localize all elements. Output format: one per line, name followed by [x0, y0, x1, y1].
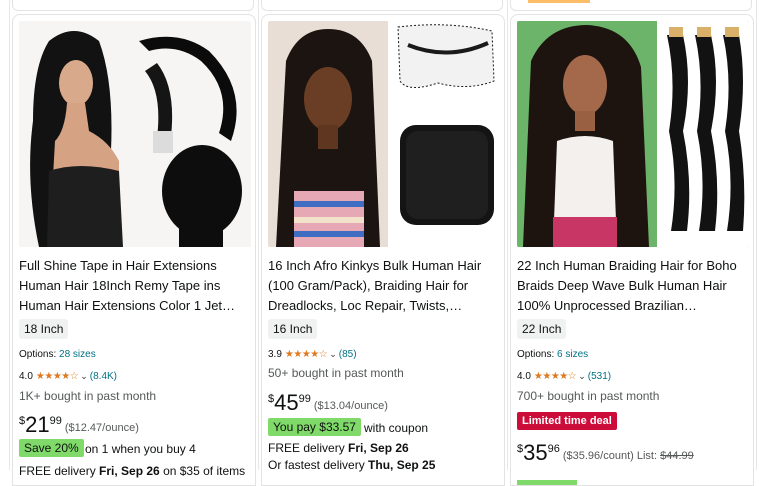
price-whole: 21 — [25, 412, 50, 437]
size-label: 22 Inch — [517, 319, 567, 339]
chevron-down-icon[interactable]: ⌄ — [578, 371, 586, 382]
review-count[interactable]: (531) — [588, 371, 611, 382]
product-title[interactable]: 22 Inch Human Braiding Hair for Boho Bra… — [517, 256, 749, 316]
review-count[interactable]: (8.4K) — [90, 371, 117, 382]
size-label: 18 Inch — [19, 319, 69, 339]
options-link[interactable]: 6 sizes — [557, 349, 588, 360]
unit-price: ($35.96/count) — [562, 450, 634, 462]
product-title[interactable]: Full Shine Tape in Hair Extensions Human… — [19, 256, 251, 316]
delivery-date: Fri, Sep 26 — [348, 441, 409, 455]
options-link[interactable]: 28 sizes — [59, 349, 96, 360]
unit-price: ($13.04/ounce) — [313, 400, 388, 412]
star-rating-icon: ★★★★☆ — [284, 349, 328, 360]
column-divider — [756, 0, 757, 470]
price[interactable]: $ 35 96 ($35.96/count) List: $44.99 — [517, 441, 694, 465]
bought-count: 50+ bought in past month — [268, 366, 404, 380]
coupon-text: with coupon — [364, 421, 429, 435]
column-divider — [507, 0, 508, 470]
product-image[interactable] — [517, 21, 749, 247]
size-label: 16 Inch — [268, 319, 318, 339]
options-label: Options: — [19, 349, 57, 360]
unit-price: ($12.47/ounce) — [64, 422, 139, 434]
rating-value: 3.9 — [268, 349, 282, 360]
options-label: Options: — [517, 349, 555, 360]
promo-badge: Save 20% — [19, 439, 84, 457]
bought-count: 700+ bought in past month — [517, 389, 660, 403]
badge-edge — [517, 480, 577, 485]
product-image[interactable] — [19, 21, 251, 247]
previous-card-edge — [12, 0, 254, 11]
promo-text: on 1 when you buy 4 — [85, 442, 196, 456]
product-card[interactable]: 16 Inch Afro Kinkys Bulk Human Hair (100… — [261, 14, 505, 486]
coupon-badge: You pay $33.57 — [268, 418, 361, 436]
afro-kinky-hair-photo — [268, 21, 500, 247]
price-whole: 35 — [523, 440, 548, 465]
price[interactable]: $ 45 99 ($13.04/ounce) — [268, 391, 388, 415]
delivery-prefix: FREE delivery — [268, 441, 349, 455]
deep-wave-braiding-hair-photo — [517, 21, 749, 247]
rating-value: 4.0 — [19, 371, 33, 382]
delivery-info: FREE delivery Fri, Sep 26 on $35 of item… — [19, 464, 245, 478]
price[interactable]: $ 21 99 ($12.47/ounce) — [19, 413, 139, 437]
tape-in-extensions-photo — [19, 21, 251, 247]
options-line: Options: 28 sizes — [19, 349, 96, 360]
list-price: $44.99 — [660, 450, 694, 462]
column-divider — [9, 0, 10, 470]
chevron-down-icon[interactable]: ⌄ — [80, 371, 88, 382]
price-fraction: 99 — [49, 415, 62, 427]
delivery-info: FREE delivery Fri, Sep 26 — [268, 441, 409, 455]
list-label: List: — [636, 450, 658, 462]
delivery-suffix: on $35 of items — [159, 464, 246, 478]
rating-row[interactable]: 4.0 ★★★★☆ ⌄ (531) — [517, 371, 611, 382]
unit-price-and-list: ($35.96/count) List: $44.99 — [563, 450, 694, 462]
product-title[interactable]: 16 Inch Afro Kinkys Bulk Human Hair (100… — [268, 256, 500, 316]
product-card[interactable]: 22 Inch Human Braiding Hair for Boho Bra… — [510, 14, 754, 486]
star-rating-icon: ★★★★☆ — [533, 371, 577, 382]
product-card[interactable]: Full Shine Tape in Hair Extensions Human… — [12, 14, 256, 486]
delivery-prefix: FREE delivery — [19, 464, 100, 478]
rating-row[interactable]: 3.9 ★★★★☆ ⌄ (85) — [268, 349, 357, 360]
rating-row[interactable]: 4.0 ★★★★☆ ⌄ (8.4K) — [19, 371, 117, 382]
previous-card-edge — [261, 0, 503, 11]
product-image[interactable] — [268, 21, 500, 247]
options-line: Options: 6 sizes — [517, 349, 588, 360]
delivery-date: Fri, Sep 26 — [99, 464, 160, 478]
previous-card-button-edge — [528, 0, 590, 3]
column-divider — [258, 0, 259, 470]
bought-count: 1K+ bought in past month — [19, 389, 157, 403]
price-fraction: 99 — [298, 393, 311, 405]
review-count[interactable]: (85) — [339, 349, 357, 360]
chevron-down-icon[interactable]: ⌄ — [329, 349, 337, 360]
rating-value: 4.0 — [517, 371, 531, 382]
price-fraction: 96 — [547, 443, 560, 455]
limited-time-deal-badge: Limited time deal — [517, 412, 617, 430]
price-whole: 45 — [274, 390, 299, 415]
star-rating-icon: ★★★★☆ — [35, 371, 79, 382]
